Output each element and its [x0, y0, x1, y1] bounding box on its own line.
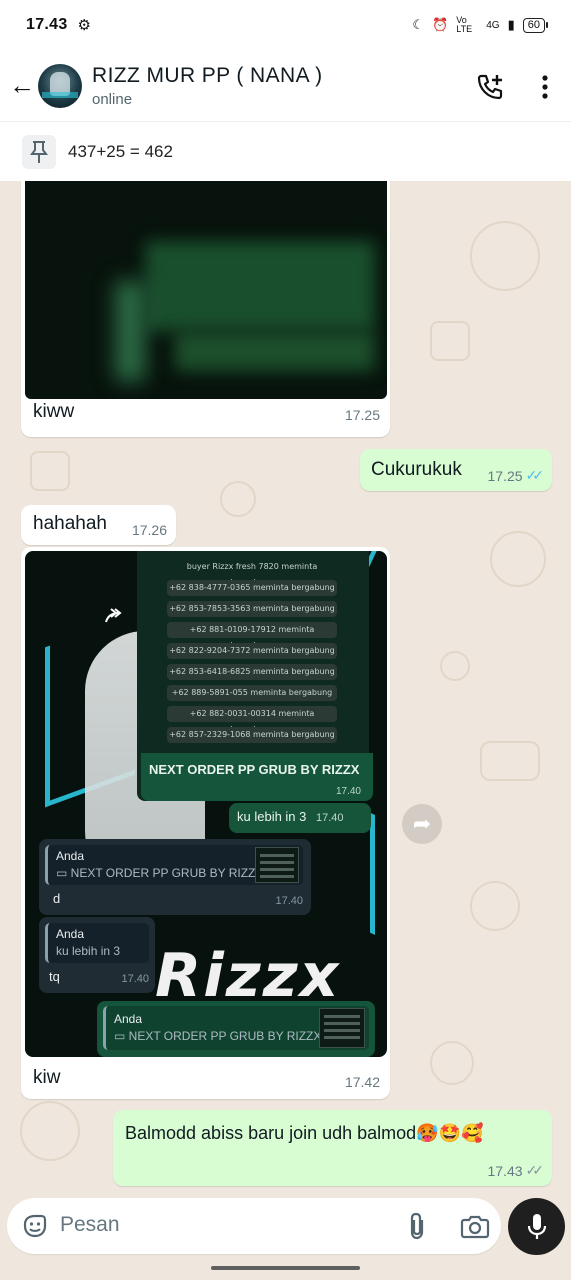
read-ticks-icon: ✓✓	[525, 467, 545, 483]
message-bubble-incoming[interactable]: buyer Rizzx fresh 7820 meminta bergabung…	[21, 547, 390, 1099]
more-options-icon[interactable]	[537, 74, 553, 100]
screenshot-row: +62 853-6418-6825 meminta bergabung	[167, 664, 337, 680]
status-time: 17.43	[26, 16, 68, 33]
screenshot-row: +62 857-2329-1068 meminta bergabung	[167, 727, 337, 743]
signal-bars-icon: ▮	[507, 17, 515, 32]
screenshot-reply-card: Anda ku lebih in 3 tq 17.40	[39, 917, 155, 993]
chat-area[interactable]: kiww 17.25 Cukurukuk 17.25 ✓✓ hahahah 17…	[0, 181, 571, 1198]
screenshot-mini-text: ku lebih in 3	[237, 809, 307, 824]
sent-ticks-icon: ✓✓	[525, 1162, 545, 1178]
status-icons: ☾ ⏰ Vo LTE 4G ▮ 60	[412, 15, 549, 34]
add-call-icon[interactable]	[475, 72, 505, 102]
screenshot-row: +62 838-4777-0365 meminta bergabung	[167, 580, 337, 596]
message-meta: 17.25 ✓✓	[487, 467, 545, 484]
message-bubble-incoming[interactable]: kiww 17.25	[21, 181, 390, 437]
message-time: 17.25	[344, 407, 380, 423]
volte-label: Vo LTE	[456, 15, 473, 34]
blurred-image[interactable]	[25, 181, 387, 399]
battery-icon: 60	[522, 17, 549, 33]
mic-icon	[527, 1213, 546, 1239]
forward-button[interactable]: ➦	[402, 804, 442, 844]
reply-quote-text: NEXT ORDER PP GRUB BY RIZZX	[70, 866, 264, 880]
reply-text: d	[53, 891, 61, 906]
camera-icon[interactable]	[460, 1212, 490, 1240]
screenshot-caption-time: 17.40	[335, 786, 361, 797]
screenshot-reply-card: Anda ▭ NEXT ORDER PP GRUB BY RIZZX d 17.…	[39, 839, 311, 915]
screenshot-caption: NEXT ORDER PP GRUB BY RIZZX 17.40	[141, 753, 373, 801]
message-bubble-outgoing[interactable]: Cukurukuk 17.25 ✓✓	[360, 449, 552, 491]
forward-icon	[105, 608, 122, 623]
signal-label: 4G	[486, 19, 500, 31]
screenshot-row: +62 881-0109-17912 meminta bergabung	[167, 622, 337, 650]
message-time: 17.42	[344, 1074, 380, 1090]
message-text: hahahah	[33, 513, 107, 534]
avatar[interactable]	[38, 63, 82, 108]
screenshot-row: +62 889-5891-055 meminta bergabung	[167, 685, 337, 701]
reply-time: 17.40	[121, 973, 149, 985]
status-bar: 17.43 ⚙ ☾ ⏰ Vo LTE 4G ▮ 60	[0, 0, 571, 50]
contact-name: RIZZ MUR PP ( NANA )	[92, 63, 323, 87]
reply-author: Anda	[56, 927, 85, 941]
message-time: 17.25	[487, 467, 523, 484]
screenshot-image[interactable]: buyer Rizzx fresh 7820 meminta bergabung…	[25, 551, 387, 1057]
back-arrow-icon[interactable]: ←	[8, 70, 36, 101]
message-bubble-outgoing[interactable]: Balmodd abiss baru join udh balmod🥵🤩🥰 17…	[113, 1110, 552, 1186]
pin-icon	[22, 134, 56, 169]
screenshot-row: +62 853-7853-3563 meminta bergabung	[167, 601, 337, 617]
sticker-icon[interactable]	[21, 1212, 49, 1240]
reply-quote: ku lebih in 3	[56, 944, 121, 958]
message-input-pill[interactable]: Pesan	[7, 1198, 501, 1254]
message-meta: 17.43 ✓✓	[487, 1162, 545, 1179]
screenshot-mini-bubble: ku lebih in 3 17.40	[229, 803, 371, 833]
alarm-icon: ⏰	[432, 17, 449, 32]
message-time: 17.26	[131, 522, 167, 538]
attach-icon[interactable]	[405, 1211, 429, 1241]
screenshot-row: +62 822-9204-7372 meminta bergabung	[167, 643, 337, 659]
composer: Pesan	[0, 1198, 571, 1280]
screenshot-row: +62 882-0031-00314 meminta bergabung	[167, 706, 337, 734]
pinned-text: 437+25 = 462	[68, 141, 173, 161]
image-caption: kiw	[33, 1067, 61, 1088]
pinned-message-bar[interactable]: 437+25 = 462	[0, 121, 571, 181]
screenshot-reply-card: Anda ▭ NEXT ORDER PP GRUB BY RIZZX	[97, 1001, 375, 1057]
screenshot-mini-time: 17.40	[316, 812, 344, 824]
message-time: 17.43	[487, 1162, 523, 1179]
contact-info[interactable]: RIZZ MUR PP ( NANA ) online	[92, 64, 322, 108]
message-text: Cukurukuk	[371, 459, 462, 480]
gear-icon: ⚙	[77, 17, 91, 34]
message-text: Balmodd abiss baru join udh balmod🥵🤩🥰	[125, 1123, 484, 1143]
message-input[interactable]: Pesan	[60, 1213, 120, 1237]
reply-text: tq	[49, 969, 60, 984]
image-caption: kiww	[33, 401, 75, 422]
gesture-nav-bar[interactable]	[211, 1266, 360, 1270]
chat-header: ← RIZZ MUR PP ( NANA ) online	[0, 50, 571, 121]
moon-icon: ☾	[412, 17, 425, 32]
contact-status: online	[92, 90, 133, 108]
screenshot-caption-text: NEXT ORDER PP GRUB BY RIZZX	[149, 762, 360, 777]
reply-quote-text: NEXT ORDER PP GRUB BY RIZZX	[128, 1029, 322, 1043]
reply-time: 17.40	[275, 895, 303, 907]
screenshot-row: buyer Rizzx fresh 7820 meminta bergabung	[186, 562, 318, 587]
message-bubble-incoming[interactable]: hahahah 17.26	[21, 505, 176, 545]
mic-button[interactable]	[508, 1198, 565, 1255]
